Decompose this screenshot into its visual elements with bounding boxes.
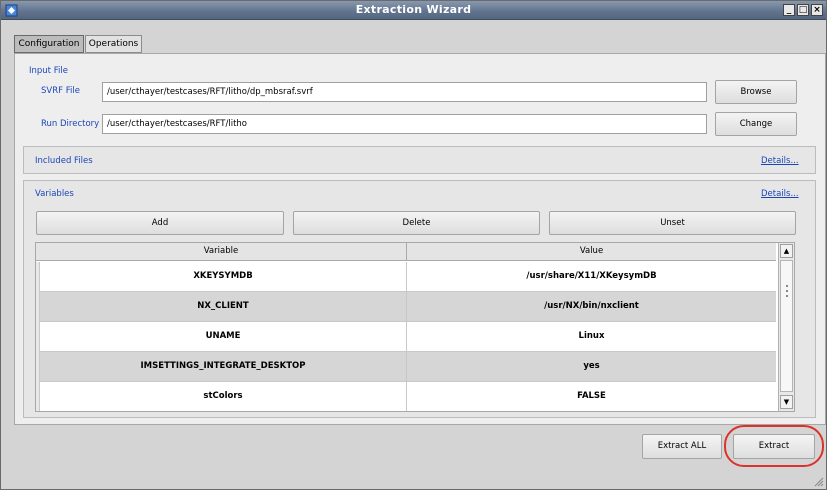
- run-directory-label: Run Directory: [41, 119, 100, 129]
- column-header-value[interactable]: Value: [406, 243, 776, 261]
- value-cell: FALSE: [406, 382, 776, 411]
- variable-cell: IMSETTINGS_INTEGRATE_DESKTOP: [140, 361, 306, 371]
- table-row[interactable]: UNAME Linux: [36, 322, 776, 352]
- change-button[interactable]: Change: [715, 112, 797, 136]
- add-variable-button[interactable]: Add: [36, 211, 284, 235]
- title-bar[interactable]: Extraction Wizard _ □ ×: [1, 1, 826, 20]
- window-title: Extraction Wizard: [355, 3, 472, 16]
- scroll-up-icon[interactable]: ▲: [780, 244, 793, 258]
- value-cell: /usr/share/X11/XKeysymDB: [406, 262, 776, 292]
- included-files-section: Included Files Details...: [23, 146, 816, 174]
- extract-all-button[interactable]: Extract ALL: [642, 434, 722, 459]
- tab-configuration[interactable]: Configuration: [14, 35, 84, 53]
- configuration-panel: Input File SVRF File /user/cthayer/testc…: [14, 53, 826, 425]
- included-files-label: Included Files: [35, 156, 93, 166]
- table-row[interactable]: stColors FALSE: [36, 382, 776, 411]
- variable-cell: stColors: [203, 391, 243, 401]
- close-icon[interactable]: ×: [811, 4, 823, 16]
- scroll-down-icon[interactable]: ▼: [780, 395, 793, 409]
- svrf-file-field[interactable]: /user/cthayer/testcases/RFT/litho/dp_mbs…: [102, 82, 707, 102]
- table-row[interactable]: IMSETTINGS_INTEGRATE_DESKTOP yes: [36, 352, 776, 382]
- table-header: Variable Value: [36, 243, 776, 261]
- variable-cell: NX_CLIENT: [197, 301, 249, 311]
- vertical-scrollbar[interactable]: ▲ ▼: [778, 243, 794, 411]
- table-row[interactable]: XKEYSYMDB /usr/share/X11/XKeysymDB: [36, 262, 776, 292]
- input-file-section-label: Input File: [29, 66, 68, 76]
- scrollbar-thumb[interactable]: [780, 260, 793, 392]
- included-files-details-link[interactable]: Details...: [761, 156, 799, 166]
- minimize-icon[interactable]: _: [783, 4, 795, 16]
- svrf-file-label: SVRF File: [41, 86, 80, 96]
- run-directory-field[interactable]: /user/cthayer/testcases/RFT/litho: [102, 114, 707, 134]
- variables-details-link[interactable]: Details...: [761, 189, 799, 199]
- tab-operations[interactable]: Operations: [85, 35, 142, 53]
- variable-cell: UNAME: [205, 331, 241, 341]
- variables-table: Variable Value XKEYSYMDB /usr/share/X11/…: [35, 242, 795, 412]
- resize-grip-icon[interactable]: [814, 477, 824, 487]
- value-cell: yes: [406, 352, 776, 382]
- maximize-icon[interactable]: □: [797, 4, 809, 16]
- browse-button[interactable]: Browse: [715, 80, 797, 104]
- value-cell: Linux: [406, 322, 776, 352]
- delete-variable-button[interactable]: Delete: [293, 211, 540, 235]
- variable-cell: XKEYSYMDB: [193, 271, 253, 281]
- table-row[interactable]: NX_CLIENT /usr/NX/bin/nxclient: [36, 292, 776, 322]
- extract-button[interactable]: Extract: [733, 434, 815, 459]
- column-header-variable[interactable]: Variable: [36, 243, 406, 261]
- unset-variable-button[interactable]: Unset: [549, 211, 796, 235]
- variables-label: Variables: [35, 189, 74, 199]
- extraction-wizard-window: Extraction Wizard _ □ × Configuration Op…: [0, 0, 827, 490]
- value-cell: /usr/NX/bin/nxclient: [406, 292, 776, 322]
